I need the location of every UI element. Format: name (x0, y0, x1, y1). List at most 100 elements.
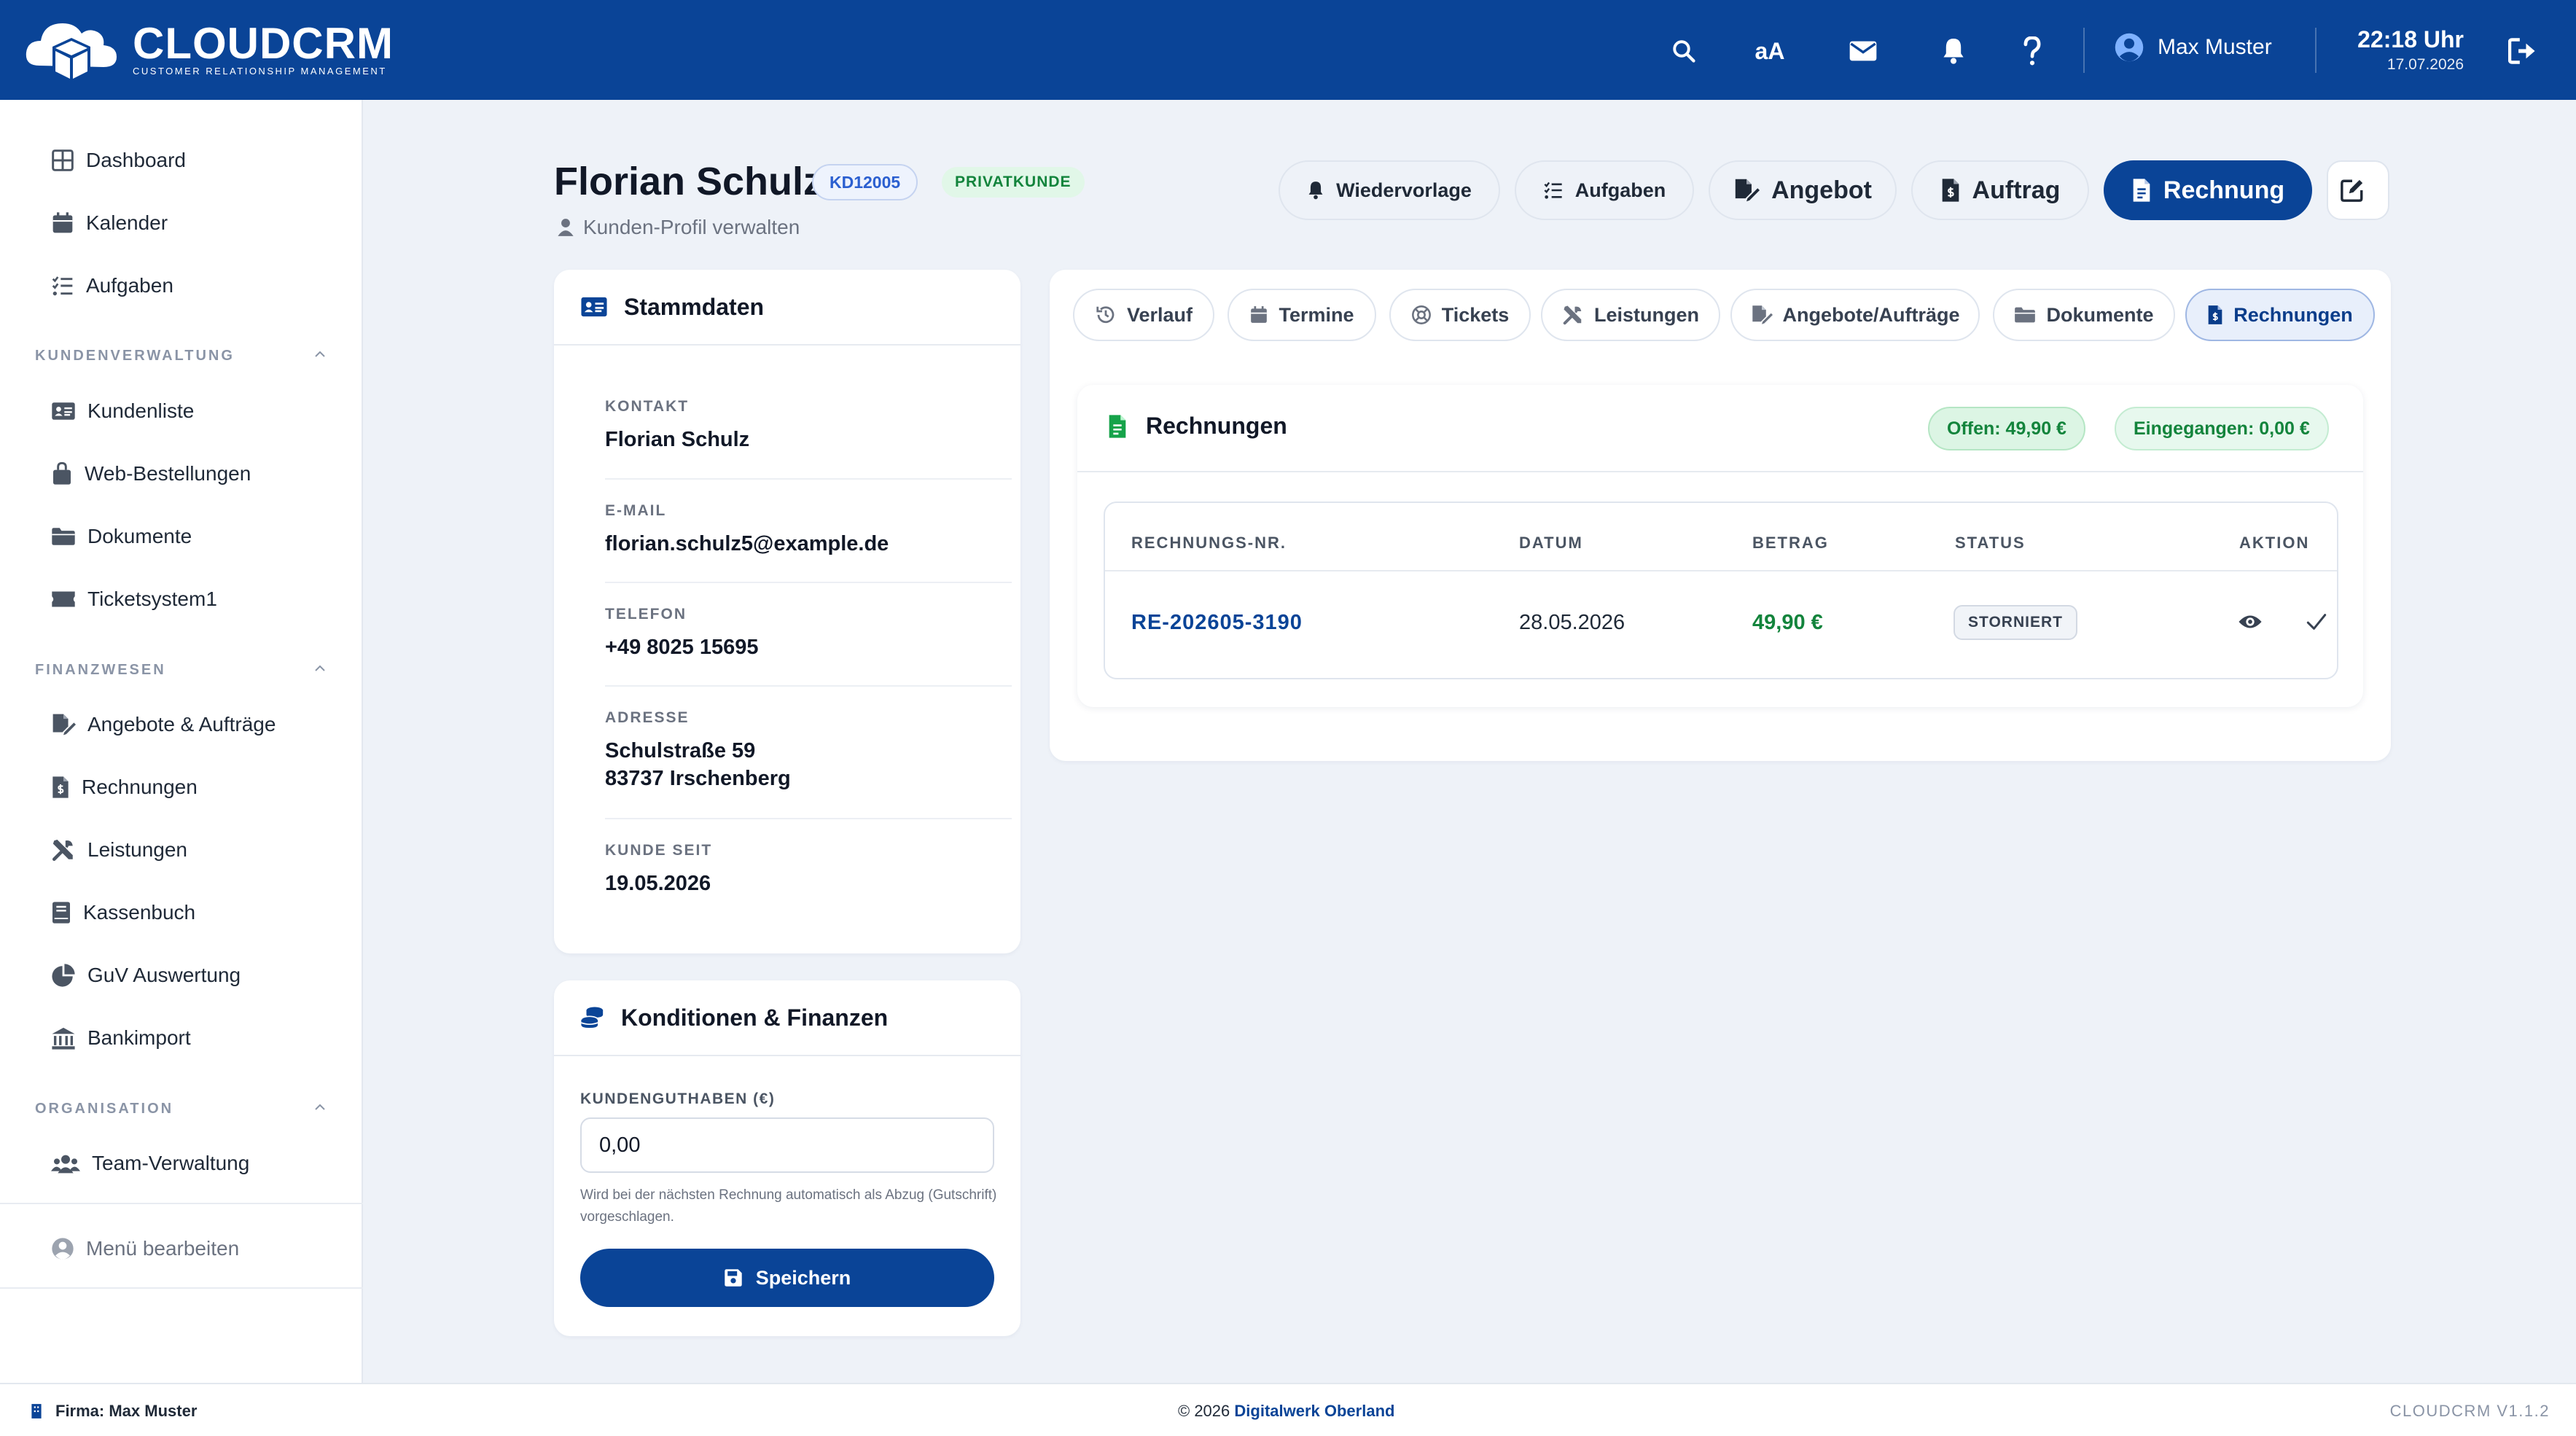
user-icon (558, 219, 574, 236)
sidebar-item-ticketsystem[interactable]: Ticketsystem1 (51, 579, 217, 620)
footer: Firma: Max Muster © 2026 Digitalwerk Obe… (0, 1383, 2576, 1436)
sidebar-item-label: Team-Verwaltung (92, 1152, 250, 1174)
sidebar-item-label: Aufgaben (86, 274, 173, 297)
sidebar-item-web-bestellungen[interactable]: Web-Bestellungen (51, 453, 251, 494)
tab-verlauf[interactable]: Verlauf (1073, 289, 1214, 341)
eye-icon (2239, 615, 2262, 628)
open-amount-badge: Offen: 49,90 € (1928, 407, 2085, 450)
field-value[interactable]: florian.schulz5@example.de (605, 530, 1012, 558)
search-button[interactable] (1663, 31, 1704, 71)
sidebar-item-bankimport[interactable]: Bankimport (51, 1018, 191, 1058)
tab-tickets[interactable]: Tickets (1389, 289, 1531, 341)
button-label: Speichern (755, 1266, 851, 1289)
topbar-divider (2083, 28, 2085, 73)
notifications-button[interactable] (1933, 31, 1974, 71)
edit-customer-button[interactable] (2327, 160, 2389, 220)
tab-dokumente[interactable]: Dokumente (1993, 289, 2175, 341)
customer-name: Florian Schulz (554, 160, 824, 203)
sidebar-item-kalender[interactable]: Kalender (51, 203, 168, 243)
card-header: Konditionen & Finanzen (554, 980, 1020, 1056)
sidebar-item-label: Menü bearbeiten (86, 1237, 240, 1260)
address-card-icon (52, 402, 75, 420)
invoice-panel-title: Rechnungen (1146, 413, 1287, 439)
save-button[interactable]: Speichern (580, 1249, 994, 1307)
credit-input[interactable]: 0,00 (580, 1117, 994, 1173)
sidebar-item-label: Rechnungen (82, 776, 198, 798)
customer-type-badge: PRIVATKUNDE (942, 167, 1085, 198)
sidebar-item-angebote-auftraege[interactable]: Angebote & Aufträge (51, 704, 276, 745)
field-label: KONTAKT (605, 398, 690, 415)
sidebar-item-kundenliste[interactable]: Kundenliste (51, 391, 194, 432)
messages-button[interactable] (1843, 31, 1884, 71)
wiedervorlage-button[interactable]: Wiedervorlage (1279, 160, 1500, 220)
field-kontakt: KONTAKT Florian Schulz (605, 398, 1012, 453)
field-value: 19.05.2026 (605, 872, 711, 895)
logout-button[interactable] (2503, 31, 2544, 71)
sidebar-item-dokumente[interactable]: Dokumente (51, 516, 192, 557)
sidebar-item-dashboard[interactable]: Dashboard (51, 140, 186, 181)
tab-label: Tickets (1441, 303, 1510, 326)
building-icon (31, 1404, 42, 1419)
chevron-up-icon (315, 351, 325, 357)
auftrag-button[interactable]: Auftrag (1911, 160, 2089, 220)
sidebar-item-label: Web-Bestellungen (85, 462, 251, 485)
user-menu[interactable]: Max Muster (2114, 32, 2272, 63)
top-bar: CLOUDCRM CUSTOMER RELATIONSHIP MANAGEMEN… (0, 0, 2576, 100)
envelope-icon (1849, 41, 1877, 61)
sidebar-item-menu-bearbeiten[interactable]: Menü bearbeiten (51, 1228, 239, 1269)
sidebar-divider (0, 1203, 363, 1204)
aufgaben-button[interactable]: Aufgaben (1515, 160, 1694, 220)
invoice-number-link[interactable]: RE-202605-3190 (1131, 611, 1303, 635)
sidebar-item-label: Angebote & Aufträge (87, 713, 276, 735)
app-logo[interactable]: CLOUDCRM CUSTOMER RELATIONSHIP MANAGEMEN… (23, 13, 394, 86)
rechnung-button[interactable]: Rechnung (2104, 160, 2312, 220)
tools-icon (52, 839, 73, 862)
font-size-toggle[interactable]: aA (1749, 31, 1790, 71)
invoice-icon (1942, 179, 1959, 202)
book-icon (52, 902, 70, 924)
view-invoice-button[interactable] (2238, 612, 2263, 631)
field-value[interactable]: +49 8025 15695 (605, 633, 1012, 661)
cloud-box-logo-icon (26, 23, 117, 83)
credit-help-text: Wird bei der nächsten Rechnung automatis… (580, 1187, 997, 1225)
field-label: ADRESSE (605, 709, 690, 726)
page-subtitle: Kunden-Profil verwalten (557, 216, 800, 239)
section-header-organisation[interactable]: ORGANISATION (35, 1101, 327, 1117)
question-icon (2023, 36, 2041, 66)
tab-angebote-auftraege[interactable]: Angebote/Aufträge (1730, 289, 1980, 341)
sidebar-item-kassenbuch[interactable]: Kassenbuch (51, 892, 195, 933)
sidebar-item-team-verwaltung[interactable]: Team-Verwaltung (51, 1143, 249, 1184)
help-button[interactable] (2012, 31, 2053, 71)
mark-paid-button[interactable] (2306, 612, 2327, 631)
file-signature-icon (52, 714, 76, 735)
sidebar-item-label: Dashboard (86, 149, 186, 171)
user-avatar-icon (2115, 33, 2144, 62)
received-amount-badge: Eingegangen: 0,00 € (2115, 407, 2329, 450)
tab-label: Rechnungen (2233, 303, 2353, 326)
search-icon (1673, 40, 1695, 63)
tab-leistungen[interactable]: Leistungen (1541, 289, 1720, 341)
vendor-link[interactable]: Digitalwerk Oberland (1234, 1402, 1394, 1420)
folder-icon (52, 528, 75, 545)
sidebar-item-leistungen[interactable]: Leistungen (51, 830, 187, 870)
app-name: CLOUDCRM (133, 18, 394, 68)
chevron-up-icon (315, 665, 325, 671)
tab-rechnungen[interactable]: Rechnungen (2185, 289, 2375, 341)
stammdaten-card: Stammdaten KONTAKT Florian Schulz E-MAIL… (554, 270, 1020, 953)
button-label: Angebot (1771, 176, 1872, 204)
section-header-kundenverwaltung[interactable]: KUNDENVERWALTUNG (35, 348, 327, 364)
sidebar-item-rechnungen[interactable]: Rechnungen (51, 767, 198, 808)
button-label: Auftrag (1972, 176, 2061, 204)
field-email: E-MAIL florian.schulz5@example.de (605, 502, 1012, 558)
sidebar-item-guv-auswertung[interactable]: GuV Auswertung (51, 955, 241, 996)
tab-termine[interactable]: Termine (1227, 289, 1376, 341)
clock-date: 17.07.2026 (2386, 56, 2464, 73)
field-label: KUNDE SEIT (605, 842, 713, 859)
angebot-button[interactable]: Angebot (1709, 160, 1897, 220)
file-invoice-icon (2133, 179, 2150, 202)
button-label: Rechnung (2163, 176, 2285, 204)
field-divider (605, 478, 1012, 480)
sidebar-item-aufgaben[interactable]: Aufgaben (51, 265, 173, 306)
section-header-finanzwesen[interactable]: FINANZWESEN (35, 662, 327, 679)
tools-icon (1563, 305, 1582, 325)
